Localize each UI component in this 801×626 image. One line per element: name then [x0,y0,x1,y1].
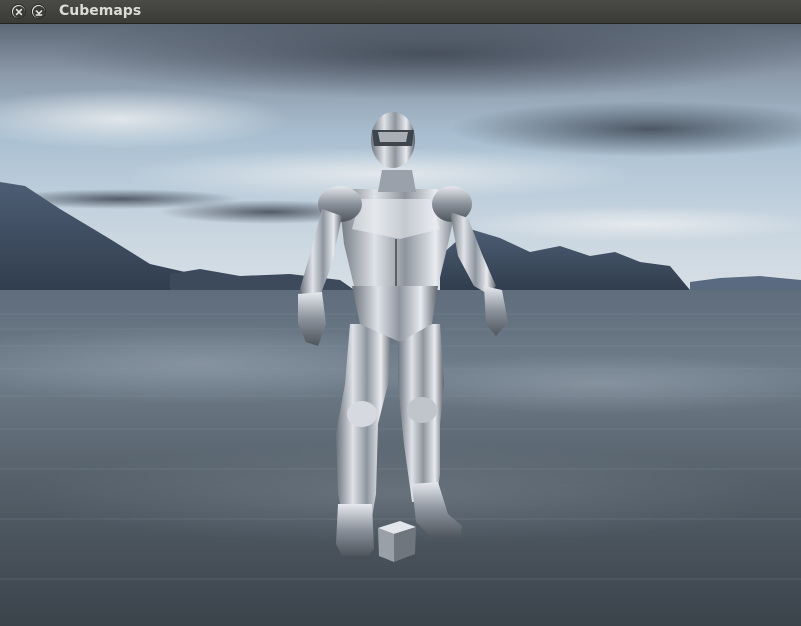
close-button[interactable] [11,4,26,19]
render-viewport[interactable] [0,24,801,626]
minimize-icon [33,6,45,18]
scene-canvas [0,24,801,626]
window-title: Cubemaps [59,3,142,19]
minimize-button[interactable] [31,4,46,19]
title-bar[interactable]: Cubemaps [0,0,801,24]
close-icon [13,6,25,18]
app-window: Cubemaps [0,0,801,626]
